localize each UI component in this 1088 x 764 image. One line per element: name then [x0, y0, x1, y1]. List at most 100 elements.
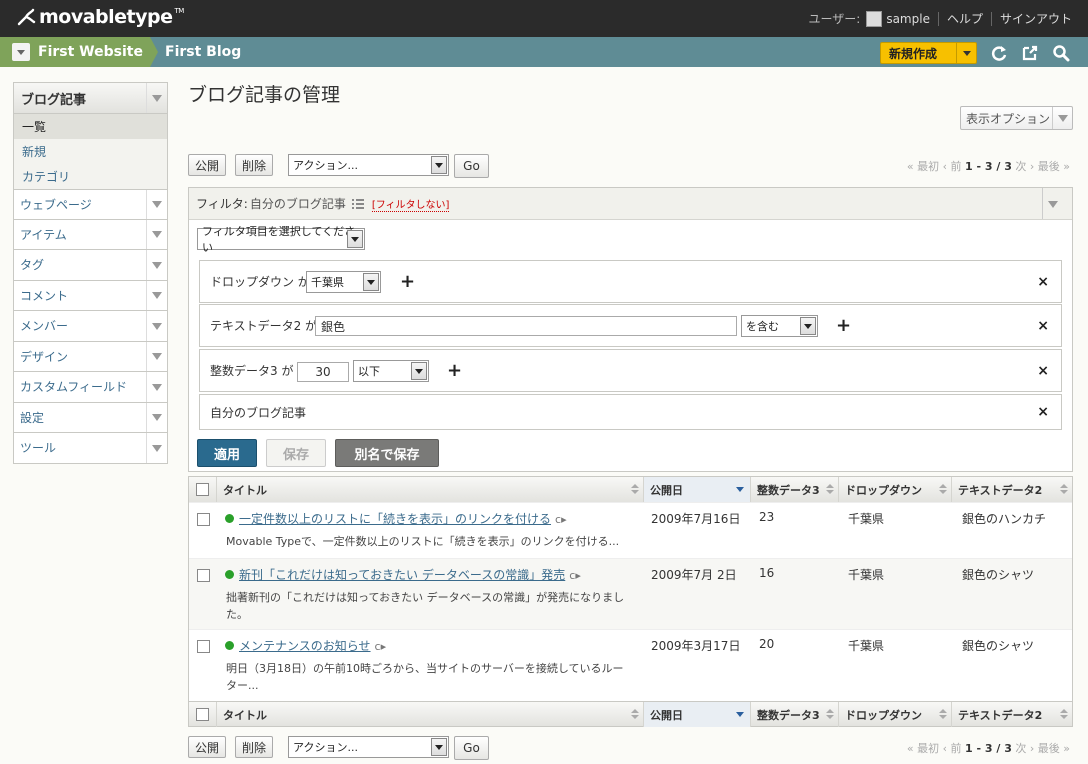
action-select[interactable]: アクション... — [288, 154, 449, 176]
col-dropdown[interactable]: ドロップダウン — [839, 477, 952, 502]
username-link[interactable]: sample — [886, 12, 930, 26]
row-checkbox[interactable] — [197, 569, 210, 582]
pager-prev[interactable]: ‹ 前 — [943, 160, 962, 173]
col-date[interactable]: 公開日 — [644, 477, 751, 502]
action-select-bottom[interactable]: アクション... — [288, 736, 449, 758]
sidebar-sub-category[interactable]: カテゴリ — [14, 164, 167, 189]
add-condition-icon[interactable]: + — [400, 271, 415, 292]
go-button[interactable]: Go — [454, 154, 489, 178]
external-link-icon[interactable]: c▸ — [375, 640, 387, 653]
external-link-icon[interactable]: c▸ — [555, 513, 567, 526]
sidebar-item-member[interactable]: メンバー — [13, 311, 168, 342]
sidebar-item-tools[interactable]: ツール — [13, 433, 168, 464]
pager-last[interactable]: 最後 » — [1038, 742, 1070, 755]
pager-next[interactable]: 次 › — [1015, 742, 1034, 755]
movabletype-logo[interactable]: movabletype TM — [16, 6, 184, 28]
chevron-down-icon[interactable] — [347, 230, 363, 248]
chevron-down-icon[interactable] — [146, 83, 167, 113]
sidebar-sub-new[interactable]: 新規 — [14, 139, 167, 164]
add-condition-icon[interactable]: + — [836, 315, 851, 336]
pager-prev[interactable]: ‹ 前 — [943, 742, 962, 755]
pager-first[interactable]: « 最初 — [907, 160, 939, 173]
search-icon[interactable] — [1052, 44, 1070, 62]
col-text2[interactable]: テキストデータ2 — [952, 477, 1072, 502]
sidebar-entries-head[interactable]: ブログ記事 — [13, 82, 168, 114]
entry-title-link[interactable]: 新刊「これだけは知っておきたい データベースの常識」発売 — [239, 568, 565, 582]
pager-last[interactable]: 最後 » — [1038, 160, 1070, 173]
col-date[interactable]: 公開日 — [644, 702, 751, 727]
view-site-icon[interactable] — [1021, 44, 1039, 62]
pager-next[interactable]: 次 › — [1015, 160, 1034, 173]
signout-link[interactable]: サインアウト — [1000, 10, 1072, 27]
chevron-down-icon[interactable] — [146, 190, 167, 219]
dropdown-value-select[interactable]: 千葉県 — [306, 271, 381, 293]
row-checkbox[interactable] — [197, 513, 210, 526]
chevron-down-icon[interactable] — [800, 317, 816, 335]
chevron-down-icon[interactable] — [146, 250, 167, 280]
sidebar-item-webpage[interactable]: ウェブページ — [13, 189, 168, 220]
help-link[interactable]: ヘルプ — [947, 10, 983, 27]
text2-value-input[interactable]: 銀色 — [315, 316, 737, 336]
int3-value-input[interactable]: 30 — [297, 362, 349, 382]
website-switcher[interactable]: First Website — [0, 37, 150, 67]
chevron-down-icon[interactable] — [956, 43, 976, 63]
save-as-button[interactable]: 別名で保存 — [335, 439, 439, 467]
publish-button-bottom[interactable]: 公開 — [188, 736, 226, 758]
chevron-down-icon[interactable] — [12, 43, 30, 61]
chevron-down-icon[interactable] — [146, 433, 167, 463]
text2-op-select[interactable]: を含む — [741, 315, 818, 337]
chevron-down-icon[interactable] — [146, 311, 167, 341]
chevron-down-icon[interactable] — [411, 362, 427, 380]
sidebar-sub-list[interactable]: 一覧 — [14, 114, 167, 139]
col-title[interactable]: タイトル — [217, 477, 644, 502]
col-int3[interactable]: 整数データ3 — [751, 702, 839, 727]
chevron-down-icon[interactable] — [363, 273, 379, 291]
no-filter-link[interactable]: [フィルタしない] — [371, 196, 450, 212]
close-icon[interactable]: × — [1037, 274, 1049, 290]
blog-name[interactable]: First Blog — [165, 37, 241, 67]
sidebar-item-tag[interactable]: タグ — [13, 250, 168, 281]
col-dropdown[interactable]: ドロップダウン — [839, 702, 952, 727]
chevron-down-icon[interactable] — [146, 402, 167, 432]
col-int3[interactable]: 整数データ3 — [751, 477, 839, 502]
chevron-down-icon[interactable] — [146, 219, 167, 249]
sidebar-item-comment[interactable]: コメント — [13, 280, 168, 311]
list-icon[interactable] — [351, 198, 364, 209]
close-icon[interactable]: × — [1037, 318, 1049, 334]
filter-item-select[interactable]: フィルタ項目を選択してください — [197, 225, 365, 254]
chevron-down-icon[interactable] — [1052, 107, 1072, 129]
int3-op-select[interactable]: 以下 — [353, 360, 429, 382]
chevron-down-icon[interactable] — [1042, 188, 1072, 219]
pager-first[interactable]: « 最初 — [907, 742, 939, 755]
sidebar-item-settings[interactable]: 設定 — [13, 402, 168, 433]
chevron-down-icon[interactable] — [431, 156, 447, 174]
chevron-down-icon[interactable] — [431, 738, 447, 756]
chevron-down-icon[interactable] — [146, 280, 167, 310]
select-all-checkbox[interactable] — [196, 708, 209, 721]
close-icon[interactable]: × — [1037, 363, 1049, 379]
entry-title-link[interactable]: メンテナンスのお知らせ — [239, 639, 371, 653]
close-icon[interactable]: × — [1037, 404, 1049, 420]
add-condition-icon[interactable]: + — [447, 360, 462, 381]
refresh-icon[interactable] — [990, 44, 1008, 62]
col-text2[interactable]: テキストデータ2 — [952, 702, 1072, 727]
sidebar-item-customfield[interactable]: カスタムフィールド — [13, 372, 168, 403]
row-checkbox[interactable] — [197, 640, 210, 653]
select-all-checkbox[interactable] — [196, 483, 209, 496]
publish-button[interactable]: 公開 — [188, 154, 226, 176]
display-options-button[interactable]: 表示オプション — [960, 106, 1073, 130]
avatar[interactable] — [866, 10, 883, 27]
go-button-bottom[interactable]: Go — [454, 736, 489, 760]
sidebar-item-asset[interactable]: アイテム — [13, 219, 168, 250]
save-button[interactable]: 保存 — [266, 439, 326, 467]
col-title[interactable]: タイトル — [217, 702, 644, 727]
new-button[interactable]: 新規作成 — [880, 42, 977, 64]
chevron-down-icon[interactable] — [146, 372, 167, 402]
external-link-icon[interactable]: c▸ — [569, 569, 581, 582]
entry-title-link[interactable]: 一定件数以上のリストに「続きを表示」のリンクを付ける — [239, 512, 551, 526]
delete-button-bottom[interactable]: 削除 — [235, 736, 273, 758]
chevron-down-icon[interactable] — [146, 341, 167, 371]
sidebar-item-design[interactable]: デザイン — [13, 341, 168, 372]
delete-button[interactable]: 削除 — [235, 154, 273, 176]
apply-button[interactable]: 適用 — [197, 439, 257, 467]
